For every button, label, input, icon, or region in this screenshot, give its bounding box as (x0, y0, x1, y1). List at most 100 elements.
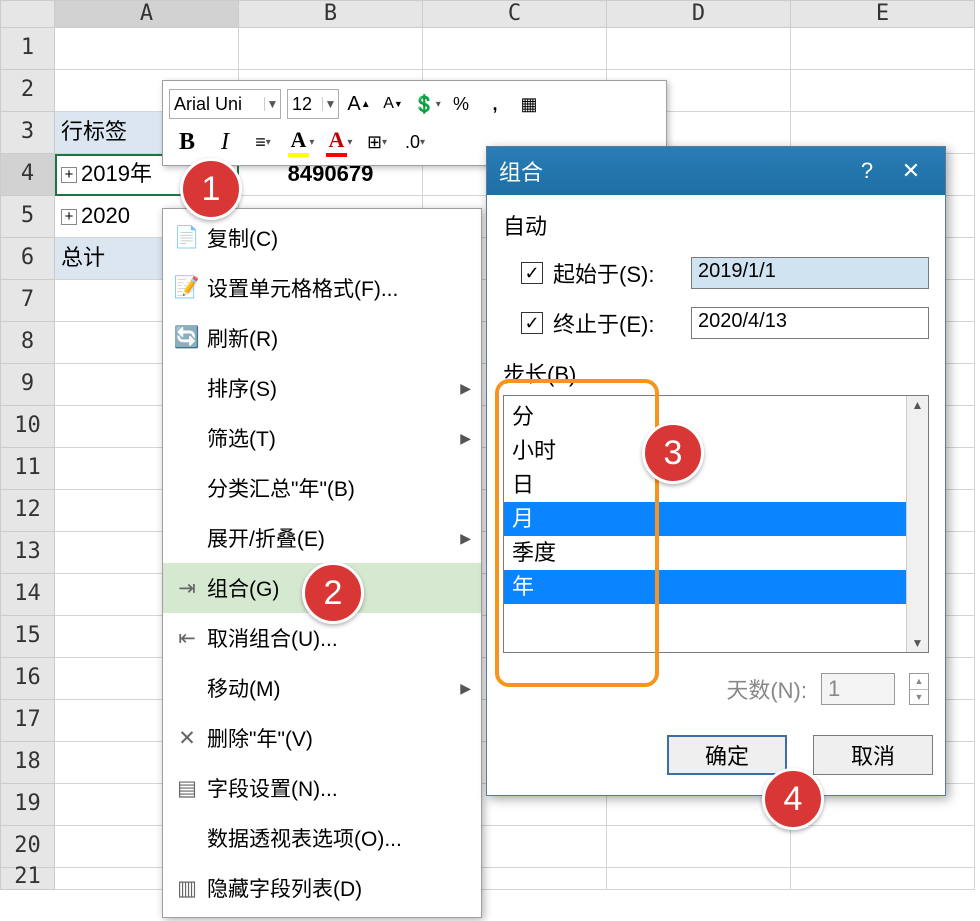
row-header[interactable]: 8 (0, 322, 55, 364)
menu-label: 刷新(R) (207, 323, 471, 353)
format-painter-button[interactable]: ▦ (515, 90, 543, 118)
bold-button[interactable]: B (173, 128, 201, 156)
percent-format-button[interactable]: % (447, 90, 475, 118)
menu-filter[interactable]: 筛选(T)▶ (163, 413, 481, 463)
dialog-titlebar[interactable]: 组合 ? ✕ (487, 147, 945, 195)
menu-pivot-options[interactable]: 数据透视表选项(O)... (163, 813, 481, 863)
row-header[interactable]: 12 (0, 490, 55, 532)
menu-subtotal[interactable]: 分类汇总"年"(B) (163, 463, 481, 513)
start-checkbox[interactable]: ✓ (521, 262, 543, 284)
row-header[interactable]: 1 (0, 28, 55, 70)
menu-delete[interactable]: ✕删除"年"(V) (163, 713, 481, 763)
col-header-b[interactable]: B (239, 0, 423, 28)
cell[interactable] (423, 28, 607, 70)
menu-refresh[interactable]: 🔄刷新(R) (163, 313, 481, 363)
row-header[interactable]: 10 (0, 406, 55, 448)
row-header[interactable]: 6 (0, 238, 55, 280)
menu-label: 取消组合(U)... (207, 623, 471, 653)
menu-sort[interactable]: 排序(S)▶ (163, 363, 481, 413)
col-header-c[interactable]: C (423, 0, 607, 28)
menu-copy[interactable]: 📄复制(C) (163, 213, 481, 263)
start-date-input[interactable]: 2019/1/1 (691, 257, 929, 289)
row-header[interactable]: 3 (0, 112, 55, 154)
font-color-button[interactable]: A▾ (325, 128, 353, 156)
currency-format-button[interactable]: 💲▾ (413, 90, 441, 118)
row-header[interactable]: 4 (0, 154, 55, 196)
step-option-quarter[interactable]: 季度 (504, 536, 906, 570)
row-header[interactable]: 9 (0, 364, 55, 406)
annotation-badge-2: 2 (302, 562, 364, 624)
delete-icon: ✕ (167, 726, 207, 751)
menu-expand-collapse[interactable]: 展开/折叠(E)▶ (163, 513, 481, 563)
help-button[interactable]: ? (845, 151, 889, 191)
end-date-input[interactable]: 2020/4/13 (691, 307, 929, 339)
step-option-day[interactable]: 日 (504, 468, 906, 502)
expand-icon[interactable]: + (61, 167, 77, 183)
menu-field-settings[interactable]: ▤字段设置(N)... (163, 763, 481, 813)
step-option-month[interactable]: 月 (504, 502, 906, 536)
step-listbox[interactable]: 分 小时 日 月 季度 年 ▲▼ (503, 395, 929, 653)
scroll-down-icon[interactable]: ▼ (912, 636, 924, 650)
step-option-year[interactable]: 年 (504, 570, 906, 604)
submenu-arrow-icon: ▶ (460, 680, 471, 697)
step-label: 步长(B) (503, 357, 929, 389)
cell[interactable] (239, 28, 423, 70)
menu-label: 展开/折叠(E) (207, 523, 460, 553)
row-header[interactable]: 17 (0, 700, 55, 742)
row-header[interactable]: 21 (0, 868, 55, 890)
grow-font-button[interactable]: A▲ (345, 90, 373, 118)
menu-label: 数据透视表选项(O)... (207, 823, 471, 853)
cell[interactable] (55, 28, 239, 70)
cell[interactable] (791, 70, 975, 112)
cell[interactable] (607, 28, 791, 70)
annotation-badge-1: 1 (180, 158, 242, 220)
comma-format-button[interactable]: , (481, 90, 509, 118)
cell[interactable] (607, 826, 791, 868)
spinner-up-icon[interactable]: ▲ (910, 674, 928, 690)
menu-label: 设置单元格格式(F)... (207, 273, 471, 303)
row-header[interactable]: 11 (0, 448, 55, 490)
fill-color-button[interactable]: A▾ (287, 128, 315, 156)
row-header[interactable]: 20 (0, 826, 55, 868)
spinner-down-icon[interactable]: ▼ (910, 690, 928, 705)
row-header[interactable]: 15 (0, 616, 55, 658)
row-header[interactable]: 5 (0, 196, 55, 238)
decimal-button[interactable]: .0▾ (401, 128, 429, 156)
cell[interactable] (791, 28, 975, 70)
shrink-font-button[interactable]: A▼ (379, 90, 407, 118)
row-header[interactable]: 13 (0, 532, 55, 574)
listbox-scrollbar[interactable]: ▲▼ (906, 396, 928, 652)
cell[interactable] (791, 826, 975, 868)
end-checkbox[interactable]: ✓ (521, 312, 543, 334)
days-input[interactable]: 1 (821, 673, 895, 705)
cell[interactable] (791, 868, 975, 890)
row-header[interactable]: 14 (0, 574, 55, 616)
menu-hide-field-list[interactable]: ▥隐藏字段列表(D) (163, 863, 481, 913)
row-header[interactable]: 16 (0, 658, 55, 700)
italic-button[interactable]: I (211, 128, 239, 156)
font-name-select[interactable]: Arial Uni▼ (169, 89, 281, 119)
days-spinner[interactable]: ▲▼ (909, 673, 929, 705)
menu-move[interactable]: 移动(M)▶ (163, 663, 481, 713)
menu-label: 移动(M) (207, 673, 460, 703)
align-button[interactable]: ≡▾ (249, 128, 277, 156)
col-header-e[interactable]: E (791, 0, 975, 28)
close-button[interactable]: ✕ (889, 151, 933, 191)
row-header[interactable]: 2 (0, 70, 55, 112)
col-header-d[interactable]: D (607, 0, 791, 28)
row-header[interactable]: 19 (0, 784, 55, 826)
cancel-button[interactable]: 取消 (813, 735, 933, 775)
scroll-up-icon[interactable]: ▲ (912, 398, 924, 412)
row-header[interactable]: 18 (0, 742, 55, 784)
font-size-select[interactable]: 12▼ (287, 89, 339, 119)
cell[interactable] (607, 868, 791, 890)
step-option-hour[interactable]: 小时 (504, 434, 906, 468)
menu-format-cells[interactable]: 📝设置单元格格式(F)... (163, 263, 481, 313)
col-header-a[interactable]: A (55, 0, 239, 28)
ok-button[interactable]: 确定 (667, 735, 787, 775)
step-option-minute[interactable]: 分 (504, 400, 906, 434)
select-all-corner[interactable] (0, 0, 55, 28)
row-header[interactable]: 7 (0, 280, 55, 322)
expand-icon[interactable]: + (61, 209, 77, 225)
borders-button[interactable]: ⊞▾ (363, 128, 391, 156)
